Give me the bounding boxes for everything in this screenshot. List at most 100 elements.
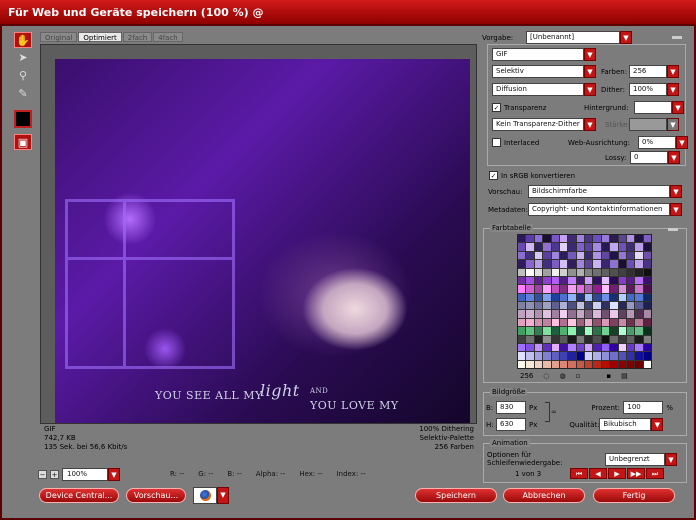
color-swatch[interactable]	[551, 235, 559, 243]
color-swatch[interactable]	[576, 302, 584, 310]
color-swatch[interactable]	[568, 360, 576, 368]
dither-algorithm-dropdown-icon[interactable]: ▼	[584, 83, 596, 96]
color-swatch[interactable]	[618, 276, 626, 285]
color-swatch[interactable]	[518, 343, 526, 352]
color-swatch[interactable]	[551, 243, 559, 251]
dither-algorithm-select[interactable]: Diffusion	[492, 83, 584, 96]
tab-4up[interactable]: 4fach	[153, 32, 183, 42]
color-swatch[interactable]	[601, 335, 610, 343]
width-field[interactable]: 830	[496, 401, 526, 414]
color-swatch[interactable]	[559, 235, 568, 243]
color-swatch[interactable]	[559, 251, 568, 260]
color-swatch[interactable]	[585, 360, 593, 368]
colors-dropdown-icon[interactable]: ▼	[667, 65, 679, 78]
browser-dropdown-icon[interactable]: ▼	[217, 487, 229, 504]
color-swatch[interactable]	[593, 343, 601, 352]
color-swatch[interactable]	[610, 343, 618, 352]
color-swatch[interactable]	[576, 352, 584, 360]
color-swatch[interactable]	[635, 352, 643, 360]
color-swatch[interactable]	[559, 260, 568, 268]
loop-dropdown-icon[interactable]: ▼	[665, 452, 677, 466]
color-swatch[interactable]	[526, 352, 534, 360]
color-swatch[interactable]	[518, 318, 526, 327]
done-button[interactable]: Fertig	[593, 488, 675, 503]
color-swatch[interactable]	[576, 360, 584, 368]
color-swatch[interactable]	[534, 285, 543, 293]
lossy-dropdown-icon[interactable]: ▼	[668, 151, 680, 164]
color-swatch[interactable]	[585, 251, 593, 260]
color-swatch[interactable]	[534, 318, 543, 327]
color-swatch[interactable]	[543, 285, 551, 293]
color-swatch[interactable]	[543, 318, 551, 327]
color-swatch[interactable]	[610, 352, 618, 360]
color-swatch[interactable]	[526, 276, 534, 285]
color-swatch[interactable]	[559, 360, 568, 368]
color-swatch[interactable]	[518, 335, 526, 343]
color-swatch[interactable]	[601, 285, 610, 293]
dither-dropdown-icon[interactable]: ▼	[667, 83, 679, 96]
color-swatch[interactable]	[518, 293, 526, 301]
panel-menu-icon[interactable]	[672, 36, 682, 39]
color-swatch[interactable]	[568, 293, 576, 301]
zoom-in-button[interactable]: +	[50, 469, 59, 479]
color-swatch[interactable]	[626, 310, 635, 318]
color-swatch[interactable]	[618, 310, 626, 318]
tab-2up[interactable]: 2fach	[122, 32, 153, 42]
map-transparency-icon[interactable]: ◌	[543, 372, 549, 380]
color-swatch[interactable]	[618, 260, 626, 268]
color-swatch[interactable]	[626, 235, 635, 243]
color-swatch[interactable]	[526, 260, 534, 268]
color-swatch[interactable]	[643, 235, 651, 243]
color-swatch[interactable]	[551, 260, 559, 268]
browser-select[interactable]: ▼	[193, 487, 231, 504]
color-swatch[interactable]	[585, 276, 593, 285]
device-central-button[interactable]: Device Central...	[39, 488, 119, 503]
color-swatch[interactable]	[610, 335, 618, 343]
color-swatch[interactable]	[643, 260, 651, 268]
color-swatch[interactable]	[576, 268, 584, 276]
zoom-out-button[interactable]: −	[38, 469, 47, 479]
color-swatch[interactable]	[518, 260, 526, 268]
color-swatch[interactable]	[635, 310, 643, 318]
color-swatch[interactable]	[568, 276, 576, 285]
color-swatch[interactable]	[543, 268, 551, 276]
color-swatch[interactable]	[635, 335, 643, 343]
transparency-checkbox[interactable]: ✓	[492, 103, 501, 112]
color-swatch[interactable]	[559, 352, 568, 360]
color-swatch[interactable]	[543, 260, 551, 268]
color-swatch[interactable]	[618, 251, 626, 260]
color-swatch[interactable]	[534, 343, 543, 352]
color-swatch[interactable]	[643, 327, 651, 335]
srgb-checkbox[interactable]: ✓	[489, 171, 498, 180]
interlaced-checkbox[interactable]	[492, 138, 501, 147]
color-swatch[interactable]	[526, 335, 534, 343]
color-swatch[interactable]	[518, 310, 526, 318]
color-swatch[interactable]	[576, 335, 584, 343]
color-swatch[interactable]	[526, 235, 534, 243]
color-swatch[interactable]	[593, 285, 601, 293]
color-swatch[interactable]	[576, 285, 584, 293]
first-frame-icon[interactable]: ⏮	[570, 468, 588, 479]
color-swatch[interactable]	[610, 310, 618, 318]
color-swatch[interactable]	[543, 302, 551, 310]
chain-link-icon[interactable]: ∞	[551, 408, 557, 416]
color-swatch[interactable]	[576, 318, 584, 327]
color-swatch[interactable]	[518, 235, 526, 243]
color-swatch[interactable]	[610, 243, 618, 251]
color-swatch[interactable]	[593, 360, 601, 368]
color-swatch[interactable]	[534, 360, 543, 368]
color-swatch[interactable]	[610, 293, 618, 301]
color-swatch[interactable]	[568, 327, 576, 335]
color-swatch[interactable]	[551, 293, 559, 301]
color-swatch[interactable]	[618, 293, 626, 301]
color-swatch[interactable]	[568, 251, 576, 260]
color-swatch[interactable]	[559, 285, 568, 293]
color-swatch[interactable]	[626, 343, 635, 352]
color-reduction-select[interactable]: Selektiv	[492, 65, 584, 78]
web-snap-dropdown-icon[interactable]: ▼	[676, 136, 688, 149]
color-swatch[interactable]	[543, 293, 551, 301]
color-table-menu-icon[interactable]	[668, 228, 678, 231]
color-swatch[interactable]	[593, 235, 601, 243]
color-swatch[interactable]	[626, 285, 635, 293]
play-icon[interactable]: ▶	[608, 468, 626, 479]
